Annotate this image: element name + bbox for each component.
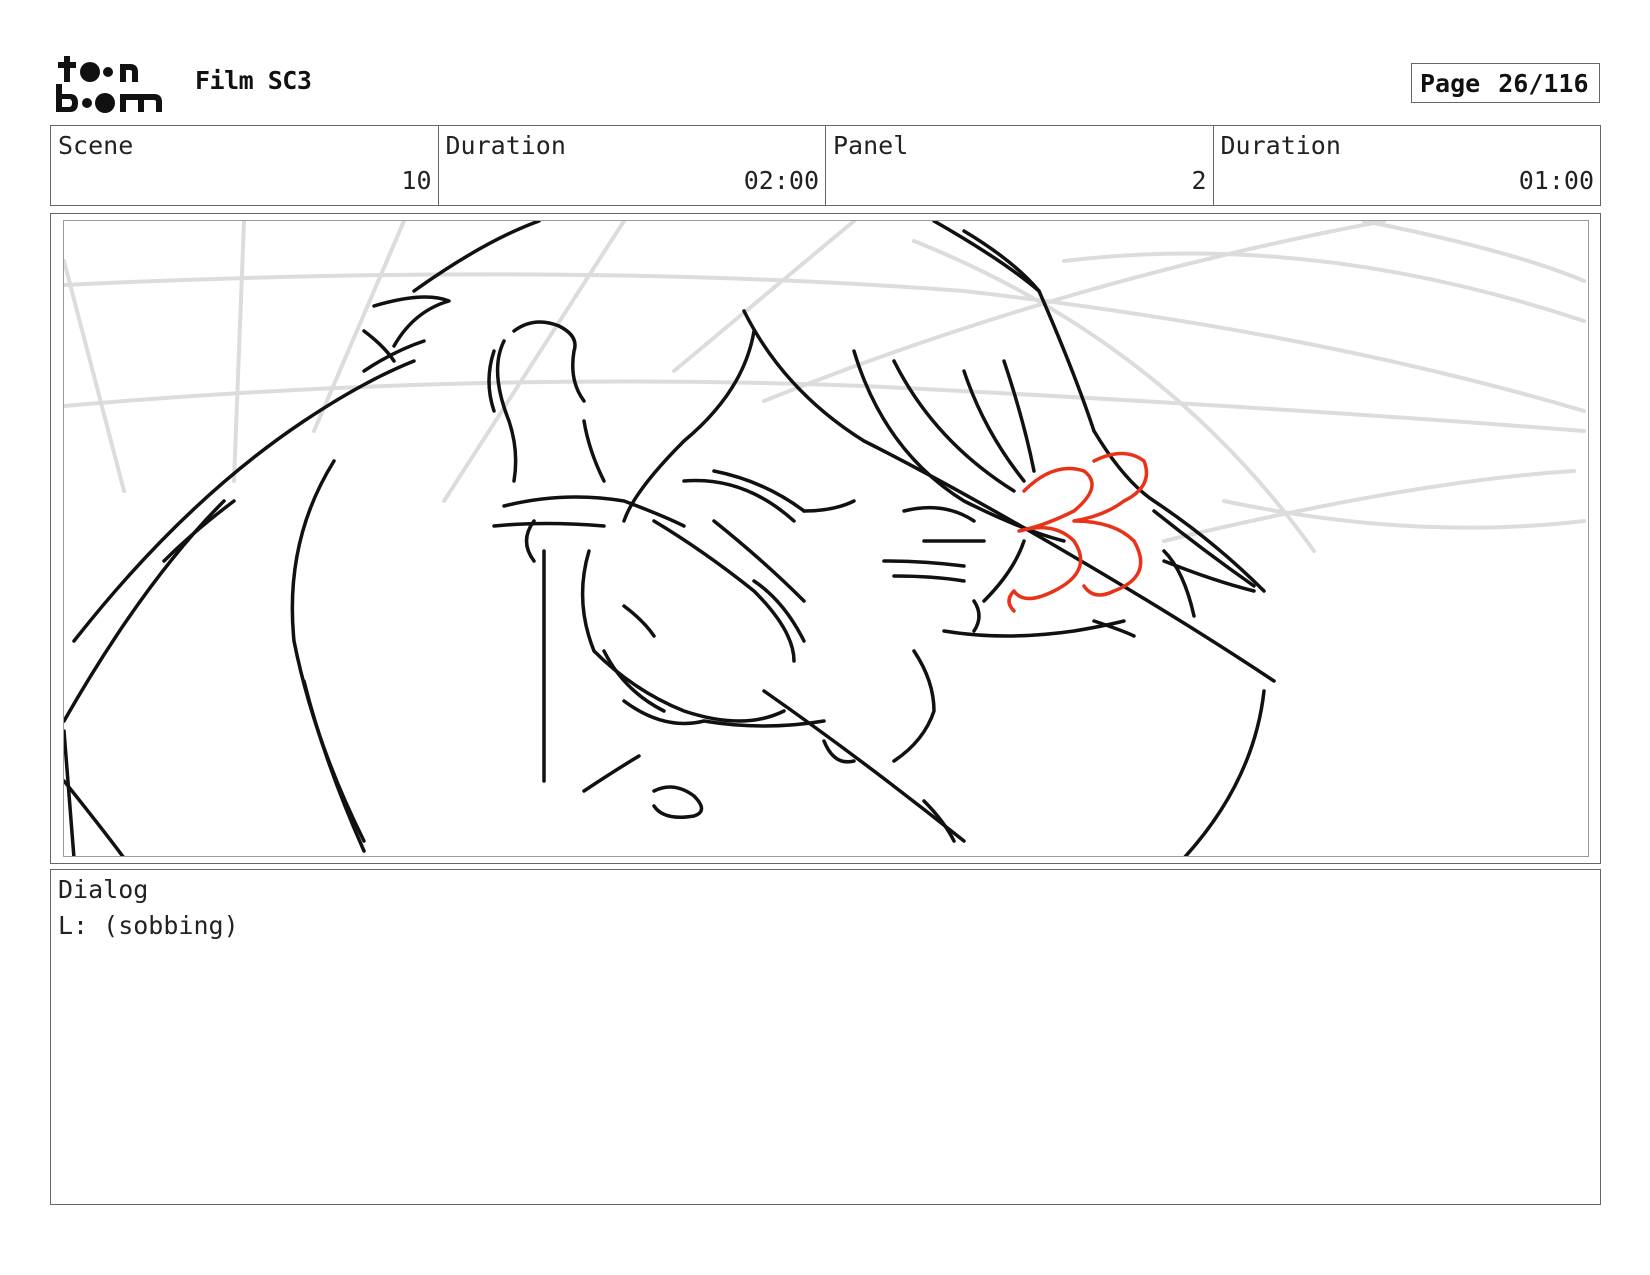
panel-label: Panel <box>833 131 909 160</box>
panel-duration-cell: Duration 01:00 <box>1214 126 1601 205</box>
scene-duration-value: 02:00 <box>743 166 819 195</box>
scene-label: Scene <box>58 131 134 160</box>
dialog-box: Dialog L: (sobbing) <box>50 869 1601 1205</box>
scene-value: 10 <box>401 166 432 195</box>
panel-frame <box>50 213 1601 864</box>
toonboom-logo-mark <box>56 56 162 113</box>
scene-duration-cell: Duration 02:00 <box>439 126 826 205</box>
project-title: Film SC3 <box>195 66 312 95</box>
scene-cell: Scene 10 <box>51 126 439 205</box>
panel-image <box>63 220 1589 857</box>
panel-duration-value: 01:00 <box>1518 166 1594 195</box>
page-indicator: Page 26/116 <box>1411 63 1600 103</box>
storyboard-sketch-icon <box>64 221 1586 856</box>
panel-duration-label: Duration <box>1220 131 1341 160</box>
dialog-text: L: (sobbing) <box>58 911 239 940</box>
panel-info-row: Scene 10 Duration 02:00 Panel 2 Duration… <box>50 125 1601 206</box>
dialog-label: Dialog <box>58 875 149 904</box>
toonboom-logo <box>54 52 172 116</box>
panel-cell: Panel 2 <box>826 126 1214 205</box>
page-number: 26/116 <box>1498 68 1589 98</box>
page-label: Page <box>1420 68 1481 98</box>
scene-duration-label: Duration <box>445 131 566 160</box>
panel-value: 2 <box>1191 166 1207 195</box>
